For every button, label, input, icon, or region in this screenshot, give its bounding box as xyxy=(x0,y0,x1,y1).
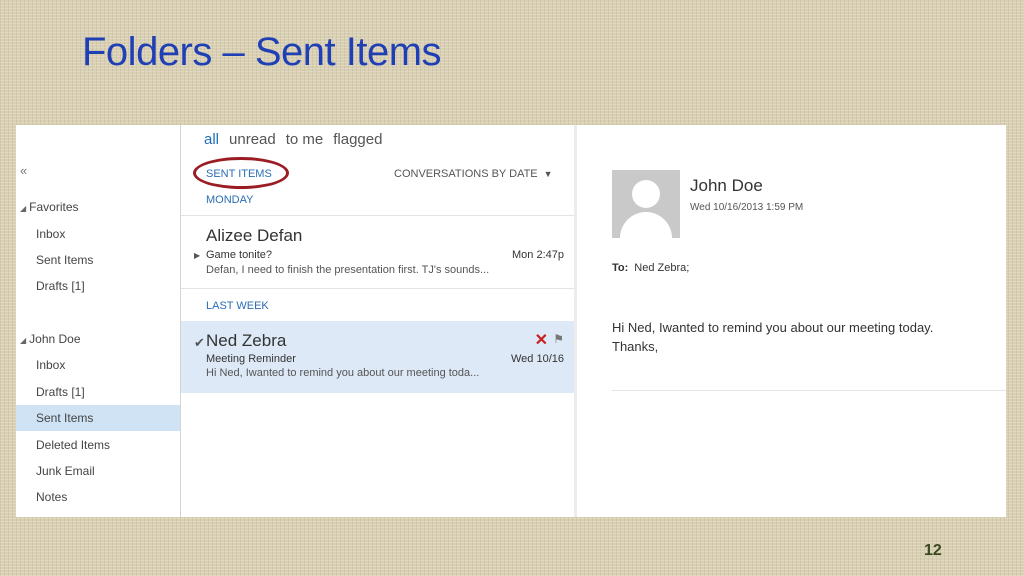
divider xyxy=(612,390,1006,391)
message-subject: Game tonite? xyxy=(206,249,273,261)
folder-pane: « ◢ Favorites Inbox Sent Items Drafts [1]… xyxy=(16,125,181,517)
reading-sender[interactable]: John Doe xyxy=(690,176,763,196)
highlight-annotation xyxy=(193,157,289,189)
group-header-last-week: LAST WEEK xyxy=(206,300,269,312)
avatar xyxy=(612,170,680,238)
expand-triangle-icon: ◢ xyxy=(20,336,27,345)
folder-junk-email[interactable]: Junk Email xyxy=(16,458,180,484)
reading-date: Wed 10/16/2013 1:59 PM xyxy=(690,202,804,213)
message-preview: Defan, I need to finish the presentation… xyxy=(206,264,490,276)
to-label: To: xyxy=(612,262,629,274)
page-number: 12 xyxy=(924,542,942,559)
expand-triangle-icon: ◢ xyxy=(20,204,27,213)
folder-sent-items[interactable]: Sent Items xyxy=(16,405,180,431)
reading-pane: John Doe Wed 10/16/2013 1:59 PM To: Ned Z… xyxy=(577,125,1006,517)
body-line: Hi Ned, Iwanted to remind you about our … xyxy=(612,320,934,335)
avatar-body-shape xyxy=(620,212,672,238)
message-sender: Alizee Defan xyxy=(206,226,303,245)
message-sender: Ned Zebra xyxy=(206,331,287,350)
folder-drafts[interactable]: Drafts [1] xyxy=(16,379,180,405)
body-line: Thanks, xyxy=(612,339,659,354)
account-label: John Doe xyxy=(29,332,81,346)
caret-down-icon: ▼ xyxy=(543,169,553,179)
divider xyxy=(181,288,574,289)
account-group[interactable]: ◢ John Doe xyxy=(20,332,81,346)
favorites-sent-items[interactable]: Sent Items xyxy=(16,247,180,273)
slide-title: Folders – Sent Items xyxy=(82,30,442,74)
folder-deleted-items[interactable]: Deleted Items xyxy=(16,432,180,458)
flag-icon[interactable]: ⚑ xyxy=(553,332,564,346)
message-row-alizee[interactable]: Alizee Defan ▶ Game tonite? Mon 2:47p De… xyxy=(181,216,574,288)
delete-icon[interactable]: ✕ xyxy=(535,330,548,350)
message-time: Mon 2:47p xyxy=(512,249,564,261)
expand-arrow-icon[interactable]: ▶ xyxy=(194,251,200,260)
sort-label: CONVERSATIONS BY DATE xyxy=(394,168,538,180)
to-recipient[interactable]: Ned Zebra; xyxy=(634,262,689,274)
folder-inbox[interactable]: Inbox xyxy=(16,352,180,378)
message-list: SENT ITEMS CONVERSATIONS BY DATE ▼ MONDAY… xyxy=(181,125,577,517)
favorites-drafts[interactable]: Drafts [1] xyxy=(16,273,180,299)
message-subject: Meeting Reminder xyxy=(206,353,296,365)
reading-body: Hi Ned, Iwanted to remind you about our … xyxy=(612,318,933,356)
group-header-monday: MONDAY xyxy=(206,194,254,206)
message-preview: Hi Ned, Iwanted to remind you about our … xyxy=(206,367,480,379)
message-row-ned[interactable]: ✔ Ned Zebra ✕ ⚑ Meeting Reminder Wed 10/… xyxy=(181,321,574,393)
favorites-label: Favorites xyxy=(29,200,79,214)
sort-dropdown[interactable]: CONVERSATIONS BY DATE ▼ xyxy=(394,168,553,180)
collapse-pane-button[interactable]: « xyxy=(20,163,27,178)
reading-recipients: To: Ned Zebra; xyxy=(612,262,689,274)
avatar-head-shape xyxy=(632,180,660,208)
message-time: Wed 10/16 xyxy=(510,353,564,365)
favorites-inbox[interactable]: Inbox xyxy=(16,221,180,247)
favorites-group[interactable]: ◢ Favorites xyxy=(20,200,79,214)
checkmark-icon: ✔ xyxy=(194,335,205,350)
folder-notes[interactable]: Notes xyxy=(16,484,180,510)
outlook-window: « ◢ Favorites Inbox Sent Items Drafts [1]… xyxy=(16,125,1006,517)
